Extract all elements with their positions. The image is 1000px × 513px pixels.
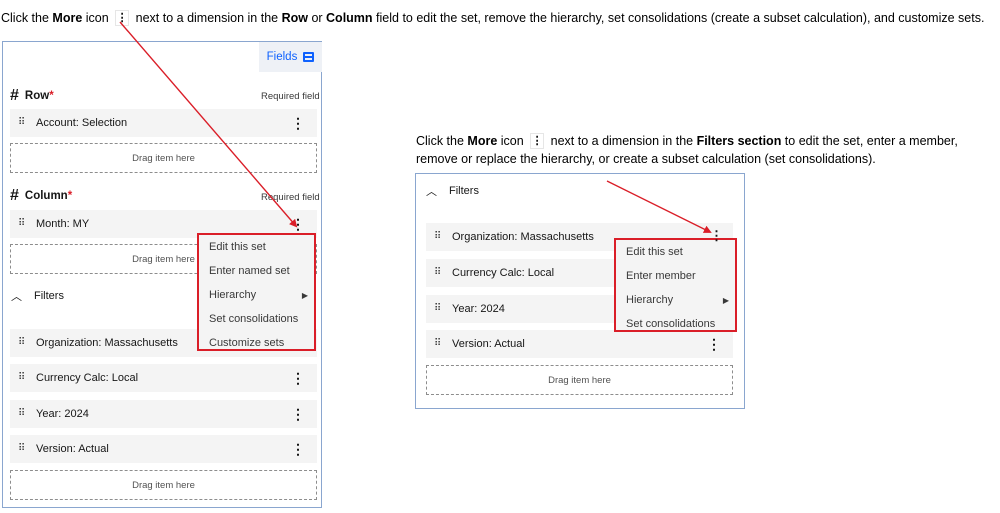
menu-item-label: Enter member [626,270,696,282]
fields-panel: Fields # Row * Required field ⠿ Account: … [2,41,322,508]
instruction-more-word: More [467,134,498,148]
drag-handle-icon[interactable]: ⠿ [434,339,444,349]
drop-zone-label: Drag item here [132,152,195,164]
menu-item-customize-sets[interactable]: Customize sets [199,331,314,355]
fields-button-label: Fields [266,51,298,63]
required-field-label: Required field [261,91,320,102]
row-title: Row [24,90,50,102]
panel-icon [303,52,315,62]
menu-item-set-consolidations[interactable]: Set consolidations [616,312,735,336]
filter-item-label: Year: 2024 [36,408,89,420]
instruction-text: to edit the set, enter a member, [781,134,958,148]
filter-item-label: Version: Actual [452,338,525,350]
filter-item-label: Version: Actual [36,443,109,455]
filter-item[interactable]: ⠿ Version: Actual ⋮ [10,435,317,463]
menu-item-hierarchy[interactable]: Hierarchy ▶ [199,283,314,307]
instruction-more-word: More [52,11,83,25]
hash-icon: # [10,87,19,104]
column-title: Column [24,190,68,202]
drag-handle-icon[interactable]: ⠿ [18,444,28,454]
menu-item-label: Edit this set [209,241,266,253]
more-icon[interactable]: ⋮ [710,228,723,244]
chevron-up-icon[interactable]: ︿ [11,288,22,304]
column-section-header: # Column * [10,187,72,205]
instruction-text: Click the [416,134,468,148]
more-icon[interactable]: ⋮ [291,109,305,137]
required-field-label: Required field [261,192,320,203]
caret-right-icon: ▶ [722,295,729,305]
instruction-text: next to a dimension in the [547,134,697,148]
menu-item-label: Set consolidations [209,313,299,325]
hash-icon: # [10,187,19,204]
drag-handle-icon[interactable]: ⠿ [434,304,444,314]
instruction-text: next to a dimension in the [132,11,282,25]
drop-zone-label: Drag item here [548,374,611,386]
filters-title: Filters [449,185,479,197]
chevron-up-icon[interactable]: ︿ [426,183,437,199]
row-section-header: # Row * [10,87,54,105]
column-context-menu: Edit this set Enter named set Hierarchy ▶… [197,233,316,351]
more-icon[interactable]: ⋮ [291,435,305,463]
instruction-row-word: Row [281,11,308,25]
drag-handle-icon[interactable]: ⠿ [18,338,28,348]
filters-drop-zone[interactable]: Drag item here [426,365,733,395]
row-item-account[interactable]: ⠿ Account: Selection ⋮ [10,109,317,137]
required-star: * [67,190,73,202]
filter-item-label: Organization: Massachusetts [36,337,178,349]
filters-section-header[interactable]: ︿ Filters [426,183,479,199]
menu-item-label: Customize sets [209,337,285,349]
filter-item[interactable]: ⠿ Year: 2024 ⋮ [10,400,317,428]
filters-section-header[interactable]: ︿ Filters [11,288,64,304]
fields-button[interactable]: Fields [259,42,322,72]
instruction-text: field to edit the set, remove the hierar… [372,11,985,25]
menu-item-enter-named-set[interactable]: Enter named set [199,259,314,283]
row-item-label: Account: Selection [36,117,128,129]
filter-context-menu: Edit this set Enter member Hierarchy ▶ Se… [614,238,737,332]
drop-zone-label: Drag item here [132,253,195,265]
menu-item-label: Set consolidations [626,318,716,330]
drag-handle-icon[interactable]: ⠿ [18,118,28,128]
filter-item-label: Currency Calc: Local [36,372,139,384]
right-instruction: Click the More icon ⋮ next to a dimensio… [416,132,958,168]
filter-item-label: Organization: Massachusetts [452,231,594,243]
filters-title: Filters [34,290,64,302]
menu-item-label: Edit this set [626,246,683,258]
menu-item-hierarchy[interactable]: Hierarchy ▶ [616,288,735,312]
menu-item-label: Hierarchy [209,289,257,301]
filter-item[interactable]: ⠿ Currency Calc: Local ⋮ [10,364,317,392]
filter-item-label: Currency Calc: Local [452,267,555,279]
more-icon[interactable]: ⋮ [291,400,305,428]
menu-item-label: Hierarchy [626,294,674,306]
row-drop-zone[interactable]: Drag item here [10,143,317,173]
instruction-text: icon [82,11,113,25]
drag-handle-icon[interactable]: ⠿ [18,373,28,383]
drag-handle-icon[interactable]: ⠿ [18,219,28,229]
menu-item-set-consolidations[interactable]: Set consolidations [199,307,314,331]
top-instruction: Click the More icon ⋮ next to a dimensio… [1,9,984,27]
drag-handle-icon[interactable]: ⠿ [434,232,444,242]
more-icon[interactable]: ⋮ [291,364,305,392]
instruction-text: icon [497,134,528,148]
more-icon: ⋮ [530,133,545,149]
drag-handle-icon[interactable]: ⠿ [434,268,444,278]
right-instruction-line2: remove or replace the hierarchy, or crea… [416,152,876,166]
menu-item-edit-set[interactable]: Edit this set [199,235,314,259]
menu-item-enter-member[interactable]: Enter member [616,264,735,288]
column-item-label: Month: MY [36,218,90,230]
required-star: * [49,90,54,102]
instruction-filters-word: Filters section [696,134,782,148]
drag-handle-icon[interactable]: ⠿ [18,409,28,419]
more-icon: ⋮ [115,10,130,26]
filters-drop-zone[interactable]: Drag item here [10,470,317,500]
right-instruction-line1: Click the More icon ⋮ next to a dimensio… [416,132,958,150]
filter-item-label: Year: 2024 [452,303,505,315]
menu-item-label: Enter named set [209,265,290,277]
instruction-column-word: Column [326,11,373,25]
instruction-text: or [307,11,327,25]
instruction-text: Click the [1,11,53,25]
drop-zone-label: Drag item here [132,479,195,491]
filters-panel: ︿ Filters ⠿ Organization: Massachusetts … [415,173,745,409]
caret-right-icon: ▶ [301,290,308,300]
